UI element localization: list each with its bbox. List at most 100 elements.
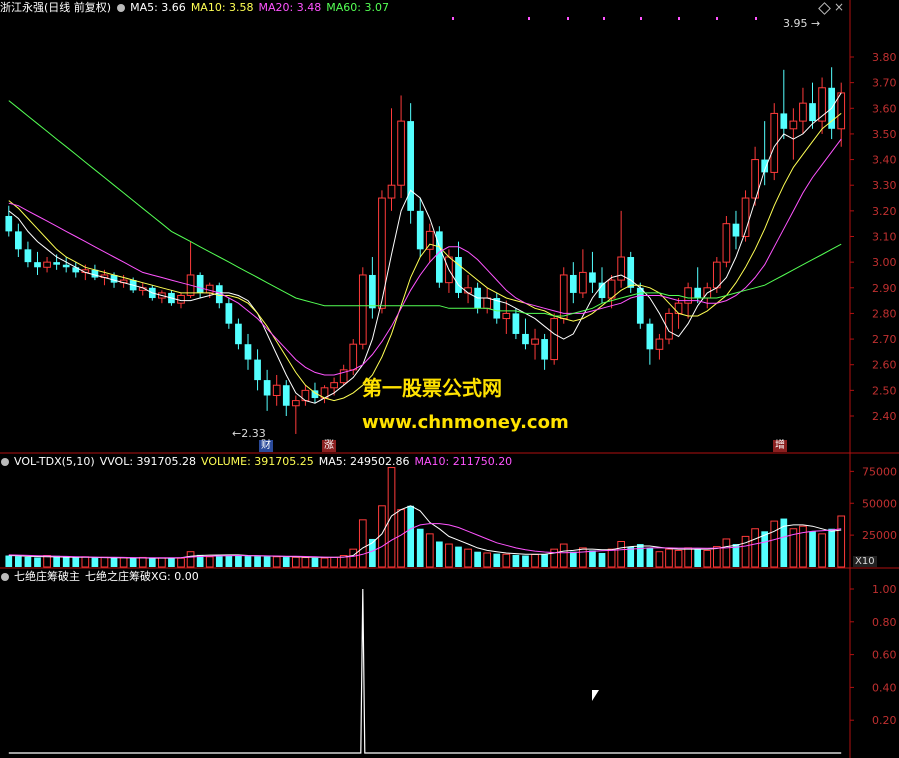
candle-body [235, 323, 242, 345]
high-price-label: 3.95 → [783, 17, 821, 30]
vol-indicator-name[interactable]: VOL-TDX(5,10) [14, 455, 95, 468]
ma10-readout: MA10: 3.58 [190, 1, 254, 14]
candle-body [263, 380, 271, 396]
watermark-url: www.chnmoney.com [362, 412, 569, 433]
vol-ma5-readout: MA5: 249502.86 [318, 455, 410, 468]
candle-body [512, 313, 520, 334]
stock-title[interactable]: 浙江永强(日线 前复权) [0, 1, 111, 14]
candle-body [387, 184, 396, 199]
volume-bar [703, 549, 712, 568]
volume-bar [531, 554, 539, 568]
volume-bar [483, 552, 492, 568]
candle-body [780, 113, 788, 129]
volume-bar [110, 557, 118, 567]
marker-zhang[interactable]: 涨 [322, 440, 336, 452]
volume-bar [589, 550, 596, 567]
volume-bar [34, 557, 41, 567]
volume-bar [828, 528, 835, 567]
candle-body [579, 271, 587, 294]
volume-bar [272, 556, 281, 568]
price-tick-label: 2.60 [872, 359, 897, 372]
price-tick-label: 2.80 [872, 307, 897, 320]
candle-body [282, 385, 290, 406]
volume-bar [569, 551, 577, 567]
candle-body [502, 312, 511, 320]
ma20-readout: MA20: 3.48 [258, 1, 322, 14]
volume-bar [158, 557, 166, 568]
candle-body [378, 197, 386, 309]
volume-bar [291, 556, 300, 568]
volume-bar [809, 531, 816, 567]
volume-bar [436, 541, 443, 567]
volume-bar [522, 555, 529, 567]
candle-body [694, 287, 702, 299]
volume-bar [15, 556, 22, 567]
candle-body [559, 274, 568, 320]
close-icon[interactable]: × [834, 1, 844, 13]
candle-body [397, 120, 405, 186]
settings-icon[interactable] [117, 4, 126, 12]
volume-bar [168, 558, 175, 567]
volume-bar [665, 548, 673, 568]
candle-body [809, 103, 816, 122]
price-tick-label: 2.40 [872, 410, 897, 423]
settings-icon[interactable] [1, 573, 9, 581]
vol-ma10-readout: MA10: 211750.20 [414, 455, 513, 468]
volume-tick-label: 75000 [862, 465, 897, 478]
volume-bar [474, 551, 481, 567]
settings-icon[interactable] [1, 458, 9, 466]
candle-body [177, 294, 185, 304]
indicator-name[interactable]: 七绝庄筹破主 [14, 570, 80, 583]
arrow-left-icon: ← [232, 427, 242, 440]
volume-bar [225, 555, 233, 567]
volume-bar [244, 556, 252, 567]
volume-bar [397, 509, 405, 568]
signal-tick [452, 17, 454, 20]
volume-bar [301, 557, 310, 568]
volume-bar [684, 547, 692, 568]
candle-body [15, 231, 22, 250]
volume-bar [655, 551, 664, 568]
volume-bar [254, 556, 261, 567]
signal-tick [567, 17, 569, 20]
vvol-readout: VVOL: 391705.28 [99, 455, 197, 468]
volume-bar [72, 556, 80, 567]
xg-readout: 七绝之庄筹破XG: 0.00 [85, 570, 199, 583]
price-tick-label: 3.40 [872, 154, 897, 167]
candle-body [196, 274, 204, 293]
volume-tick-label: 50000 [862, 497, 897, 510]
candle-body [225, 303, 233, 324]
candle-body [43, 261, 51, 268]
candle-body [531, 338, 539, 345]
candle-body [655, 338, 664, 350]
price-tick-label: 3.20 [872, 205, 897, 218]
price-tick-label: 3.00 [872, 256, 897, 269]
volume-bar [62, 556, 70, 567]
volume-bar [761, 531, 769, 567]
candle-body [732, 223, 740, 237]
marker-cai[interactable]: 财 [259, 440, 273, 452]
volume-bar [598, 552, 606, 567]
volume-bar [186, 551, 195, 568]
volume-bar [617, 541, 625, 568]
volume-bar [407, 505, 414, 567]
marker-zeng[interactable]: 增 [773, 440, 787, 452]
candle-body [254, 359, 261, 381]
volume-bar [148, 557, 156, 567]
volume-bar [818, 533, 826, 568]
volume-bar [502, 553, 511, 568]
volume-bar [425, 533, 434, 568]
volume-bar [741, 535, 750, 568]
volume-bar [646, 547, 654, 567]
volume-bar [694, 549, 702, 567]
indicator-header: 七绝庄筹破主 七绝之庄筹破XG: 0.00 [0, 569, 204, 585]
volume-bar [263, 556, 271, 567]
volume-bar [751, 528, 759, 568]
candle-body [5, 215, 13, 232]
ma-line-ma5 [8, 92, 842, 404]
volume-bar [119, 557, 128, 568]
price-tick-label: 3.60 [872, 102, 897, 115]
candle-body [569, 274, 577, 293]
candle-body [837, 92, 846, 130]
candle-body [205, 284, 214, 294]
